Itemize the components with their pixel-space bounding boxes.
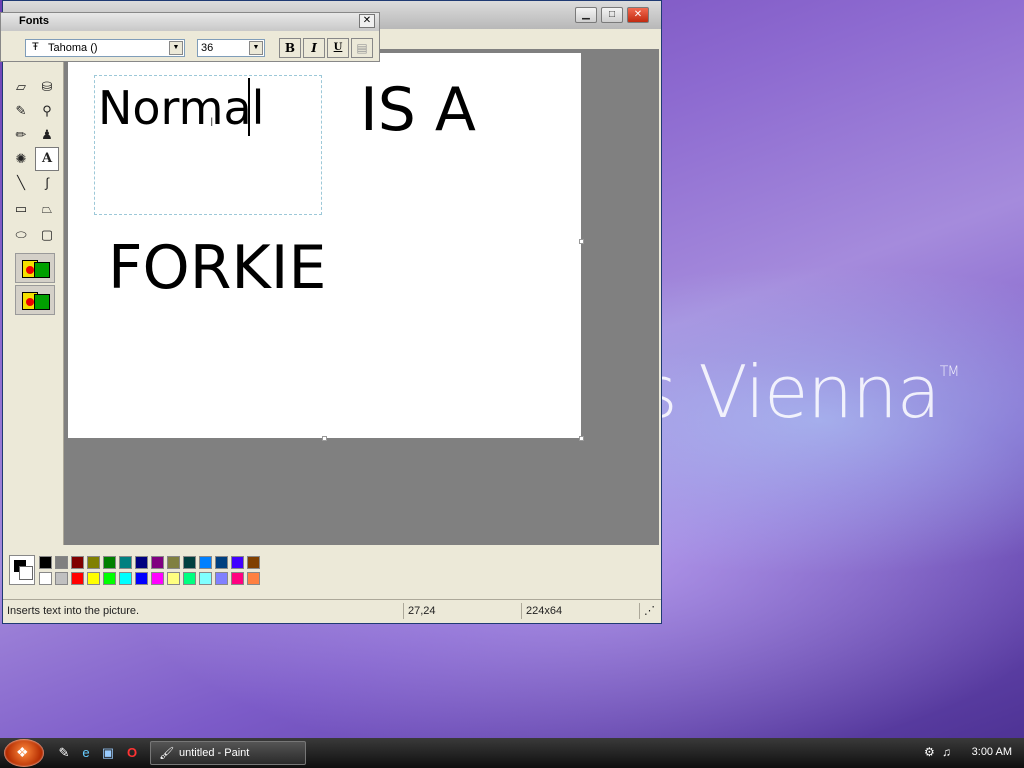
close-button[interactable]: ✕ <box>627 7 649 23</box>
media-player-icon[interactable]: ▣ <box>100 745 116 761</box>
pencil-tool-icon[interactable]: ✏ <box>9 123 33 147</box>
resize-handle-corner[interactable] <box>579 436 584 441</box>
current-colors <box>9 555 35 585</box>
volume-icon[interactable]: ♫ <box>942 745 951 759</box>
rounded-rectangle-tool-icon[interactable]: ▢ <box>35 223 59 247</box>
toolbox: ▱ ⛁ ✎ ⚲ ✏ ♟ ✺ A ╲ ∫ ▭ ⏢ ⬭ ▢ <box>5 49 64 545</box>
font-size-value: 36 <box>201 42 214 54</box>
palette-swatch[interactable] <box>103 556 116 569</box>
minimize-button[interactable]: ▁ <box>575 7 597 23</box>
internet-explorer-icon[interactable]: e <box>78 745 94 761</box>
palette-swatch[interactable] <box>199 572 212 585</box>
font-size-dropdown-icon[interactable]: ▼ <box>249 41 263 55</box>
palette-swatch[interactable] <box>215 572 228 585</box>
taskbar: ❖ ✎ e ▣ O 🖌 untitled - Paint ⚙ ♫ 3:00 AM <box>0 738 1024 768</box>
palette-swatch[interactable] <box>119 556 132 569</box>
font-name-value: Tahoma () <box>48 42 98 54</box>
font-size-select[interactable]: 36 ▼ <box>197 39 265 57</box>
canvas-text-forkie: FORKIE <box>108 233 327 303</box>
paint-window: ▁ □ ✕ F ▱ ⛁ ✎ ⚲ ✏ ♟ ✺ A ╲ ∫ ▭ ⏢ ⬭ ▢ Norm… <box>2 0 662 624</box>
palette-swatch[interactable] <box>135 572 148 585</box>
palette-swatch[interactable] <box>247 556 260 569</box>
palette-swatch[interactable] <box>87 572 100 585</box>
opaque-background-option[interactable] <box>15 253 55 283</box>
fonts-toolbar: Fonts ✕ Ŧ Tahoma () ▼ 36 ▼ B I U ▤ <box>0 12 380 62</box>
eraser-tool-icon[interactable]: ▱ <box>9 75 33 99</box>
truetype-font-icon: Ŧ <box>32 41 39 53</box>
font-name-select[interactable]: Ŧ Tahoma () ▼ <box>25 39 185 57</box>
network-icon[interactable]: ⚙ <box>924 745 935 759</box>
palette-swatch[interactable] <box>199 556 212 569</box>
opera-icon[interactable]: O <box>124 745 140 761</box>
palette-swatch[interactable] <box>247 572 260 585</box>
palette-swatch[interactable] <box>167 556 180 569</box>
vertical-text-button-icon[interactable]: ▤ <box>351 38 373 58</box>
text-caret <box>248 78 250 136</box>
text-tool-icon[interactable]: A <box>35 147 59 171</box>
canvas-text-is-a: IS A <box>360 75 476 145</box>
line-tool-icon[interactable]: ╲ <box>9 171 33 195</box>
palette-swatch[interactable] <box>183 572 196 585</box>
status-hint: Inserts text into the picture. <box>7 605 140 617</box>
system-tray: ⚙ ♫ 3:00 AM <box>914 738 1024 768</box>
windows-logo-icon: ❖ <box>16 744 29 760</box>
color-picker-tool-icon[interactable]: ✎ <box>9 99 33 123</box>
airbrush-tool-icon[interactable]: ✺ <box>9 147 33 171</box>
palette-swatch[interactable] <box>119 572 132 585</box>
palette-swatch[interactable] <box>183 556 196 569</box>
palette-swatch[interactable] <box>135 556 148 569</box>
resize-handle-right[interactable] <box>579 239 584 244</box>
palette-swatch[interactable] <box>231 572 244 585</box>
palette-swatch[interactable] <box>103 572 116 585</box>
ellipse-tool-icon[interactable]: ⬭ <box>9 223 33 247</box>
palette-swatch[interactable] <box>71 556 84 569</box>
resize-handle-bottom[interactable] <box>322 436 327 441</box>
palette-swatch[interactable] <box>39 572 52 585</box>
brush-tool-icon[interactable]: ♟ <box>35 123 59 147</box>
taskbar-paint-button[interactable]: 🖌 untitled - Paint <box>150 741 306 765</box>
font-name-dropdown-icon[interactable]: ▼ <box>169 41 183 55</box>
fonts-toolbar-titlebar[interactable]: Fonts ✕ <box>1 13 379 31</box>
palette-swatch[interactable] <box>55 572 68 585</box>
palette-swatch[interactable] <box>39 556 52 569</box>
palette-swatch[interactable] <box>151 572 164 585</box>
maximize-button[interactable]: □ <box>601 7 623 23</box>
status-selection-size: 224x64 <box>521 603 639 619</box>
paint-app-icon: 🖌 <box>159 746 175 760</box>
show-desktop-icon[interactable]: ✎ <box>56 745 72 761</box>
fonts-close-button[interactable]: ✕ <box>359 14 375 28</box>
drawing-canvas[interactable]: Normal I IS A FORKIE <box>68 53 581 438</box>
canvas-area: Normal I IS A FORKIE <box>64 49 659 545</box>
curve-tool-icon[interactable]: ∫ <box>35 171 59 195</box>
fill-tool-icon[interactable]: ⛁ <box>35 75 59 99</box>
polygon-tool-icon[interactable]: ⏢ <box>35 197 59 221</box>
underline-button[interactable]: U <box>327 38 349 58</box>
resize-grip-icon[interactable]: ⋰ <box>639 603 659 619</box>
bold-button[interactable]: B <box>279 38 301 58</box>
wallpaper-logo: s ViennaTM <box>640 350 959 434</box>
palette-swatch[interactable] <box>167 572 180 585</box>
transparent-background-option[interactable] <box>15 285 55 315</box>
rectangle-tool-icon[interactable]: ▭ <box>9 197 33 221</box>
italic-button[interactable]: I <box>303 38 325 58</box>
canvas-text-normal: Normal <box>98 81 265 135</box>
palette-swatch[interactable] <box>55 556 68 569</box>
palette-swatch[interactable] <box>71 572 84 585</box>
color-palette <box>5 551 661 595</box>
palette-swatch[interactable] <box>231 556 244 569</box>
fonts-toolbar-title: Fonts <box>19 15 49 27</box>
taskbar-paint-label: untitled - Paint <box>179 747 250 759</box>
status-coordinates: 27,24 <box>403 603 521 619</box>
palette-swatch[interactable] <box>87 556 100 569</box>
background-color[interactable] <box>19 566 33 580</box>
start-button[interactable]: ❖ <box>4 739 44 767</box>
palette-swatch[interactable] <box>151 556 164 569</box>
magnifier-tool-icon[interactable]: ⚲ <box>35 99 59 123</box>
ibeam-cursor-icon: I <box>210 115 214 129</box>
clock[interactable]: 3:00 AM <box>972 746 1012 758</box>
status-bar: Inserts text into the picture. 27,24 224… <box>3 599 661 622</box>
palette-swatch[interactable] <box>215 556 228 569</box>
